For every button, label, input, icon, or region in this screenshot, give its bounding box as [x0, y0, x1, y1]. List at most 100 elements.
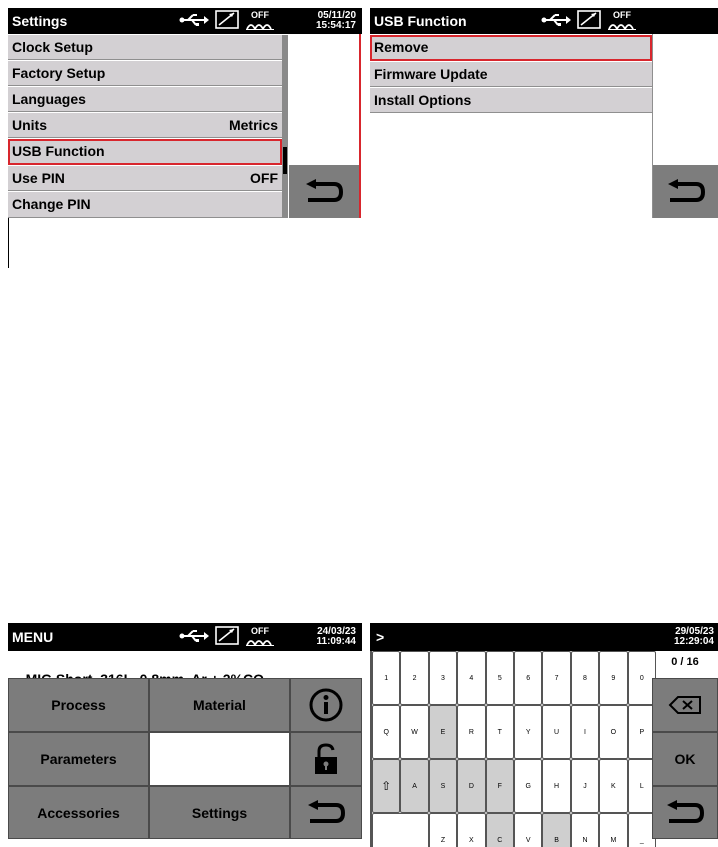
back-arrow-icon [308, 799, 346, 823]
menu-item-label: Firmware Update [374, 66, 488, 82]
char-counter: 0 / 16 [671, 656, 699, 668]
process-button[interactable]: Process [8, 678, 149, 732]
settings-button[interactable]: Settings [149, 786, 290, 839]
key-y[interactable]: Y [514, 705, 543, 759]
off-label: OFF [251, 625, 269, 636]
keyboard-header: > 29/05/23 12:29:04 [370, 623, 718, 651]
space-key[interactable] [372, 813, 429, 847]
shift-key[interactable]: ⇧ [372, 759, 401, 813]
parameters-button[interactable]: Parameters [8, 732, 149, 786]
key-1[interactable]: 1 [372, 651, 401, 705]
accessories-button[interactable]: Accessories [8, 786, 149, 839]
key-4[interactable]: 4 [457, 651, 486, 705]
keyboard-time: 12:29:04 [673, 636, 714, 647]
key-5[interactable]: 5 [485, 651, 514, 705]
menu-item-label: Remove [374, 39, 429, 55]
menu-item-label: Change PIN [12, 196, 91, 212]
key-d[interactable]: D [457, 759, 486, 813]
material-button[interactable]: Material [149, 678, 290, 732]
menu-title: MENU [12, 629, 54, 645]
key-7[interactable]: 7 [542, 651, 571, 705]
key-o[interactable]: O [599, 705, 628, 759]
key-6[interactable]: 6 [514, 651, 543, 705]
gas-off-indicator: OFF [608, 9, 636, 30]
key-g[interactable]: G [514, 759, 543, 813]
status-icons: OFF [540, 10, 636, 30]
ok-button[interactable]: OK [652, 732, 718, 786]
key-a[interactable]: A [400, 759, 429, 813]
key-t[interactable]: T [485, 705, 514, 759]
menu-item-label: Factory Setup [12, 65, 106, 81]
menu-item-label: Use PIN [12, 170, 65, 186]
back-button[interactable] [653, 165, 718, 218]
off-label: OFF [251, 9, 269, 20]
key-9[interactable]: 9 [599, 651, 628, 705]
menu-header: MENU OFF 24/03/23 11:09:44 [8, 623, 362, 651]
key-8[interactable]: 8 [570, 651, 600, 705]
menu-item-change-pin[interactable]: Change PIN [8, 192, 282, 218]
key-s[interactable]: S [428, 759, 458, 813]
key-b[interactable]: B [542, 813, 571, 847]
key-h[interactable]: H [542, 759, 571, 813]
menu-item-value: Metrics [228, 117, 278, 133]
panel-edge-line [359, 34, 361, 218]
back-arrow-icon [667, 799, 705, 823]
back-button[interactable] [289, 165, 359, 218]
key-2[interactable]: 2 [400, 651, 429, 705]
key-r[interactable]: R [457, 705, 486, 759]
menu-item-install-options[interactable]: Install Options [370, 88, 652, 113]
key-m[interactable]: M [599, 813, 628, 847]
arc-meter-icon [215, 10, 239, 29]
arc-meter-icon [577, 10, 601, 29]
unlock-button[interactable] [290, 732, 362, 786]
empty-cell [149, 732, 290, 786]
key-u[interactable]: U [542, 705, 571, 759]
back-arrow-icon [667, 178, 705, 202]
key-i[interactable]: I [570, 705, 600, 759]
info-button[interactable] [290, 678, 362, 732]
menu-datetime: 24/03/23 11:09:44 [317, 627, 356, 647]
status-icons: OFF [178, 626, 274, 646]
menu-item-units[interactable]: Units Metrics [8, 113, 282, 138]
main-menu-panel: MENU OFF 24/03/23 11:09:44 MIG Short 316… [8, 623, 362, 847]
menu-item-label: Units [12, 117, 47, 133]
key-j[interactable]: J [570, 759, 600, 813]
scrollbar-thumb[interactable] [283, 147, 287, 174]
key-w[interactable]: W [400, 705, 429, 759]
key-x[interactable]: X [457, 813, 486, 847]
menu-time: 11:09:44 [316, 636, 356, 647]
scrollbar[interactable] [282, 35, 288, 218]
info-icon [309, 688, 343, 722]
key-f[interactable]: F [485, 759, 514, 813]
menu-item-remove[interactable]: Remove [370, 35, 652, 61]
arc-meter-icon [215, 626, 239, 645]
usb-function-panel: USB Function OFF Remove Firmware Update … [370, 8, 718, 218]
back-button[interactable] [652, 786, 718, 839]
menu-item-usb-function[interactable]: USB Function [8, 139, 282, 165]
usb-header: USB Function OFF [370, 8, 718, 34]
menu-item-label: USB Function [12, 143, 105, 159]
settings-datetime: 05/11/20 15:54:17 [316, 11, 356, 31]
back-button[interactable] [290, 786, 362, 839]
settings-panel: Settings OFF 05/11/20 15:54:17 Clock Set… [8, 8, 362, 218]
keyboard-panel: > 29/05/23 12:29:04 1234567890QWERTYUIOP… [370, 623, 718, 847]
menu-item-clock-setup[interactable]: Clock Setup [8, 35, 282, 60]
menu-item-value: OFF [250, 170, 278, 186]
gas-off-indicator: OFF [246, 625, 274, 646]
keyboard-datetime: 29/05/23 12:29:04 [674, 627, 714, 647]
key-n[interactable]: N [570, 813, 600, 847]
key-v[interactable]: V [514, 813, 543, 847]
off-label: OFF [613, 9, 631, 20]
key-q[interactable]: Q [372, 705, 401, 759]
key-z[interactable]: Z [428, 813, 458, 847]
menu-item-factory-setup[interactable]: Factory Setup [8, 61, 282, 86]
backspace-button[interactable] [652, 678, 718, 732]
key-e[interactable]: E [428, 705, 458, 759]
menu-item-use-pin[interactable]: Use PIN OFF [8, 166, 282, 191]
menu-item-firmware-update[interactable]: Firmware Update [370, 62, 652, 87]
input-prompt: > [376, 629, 385, 645]
key-3[interactable]: 3 [428, 651, 458, 705]
key-c[interactable]: C [485, 813, 514, 847]
key-k[interactable]: K [599, 759, 628, 813]
menu-item-languages[interactable]: Languages [8, 87, 282, 112]
